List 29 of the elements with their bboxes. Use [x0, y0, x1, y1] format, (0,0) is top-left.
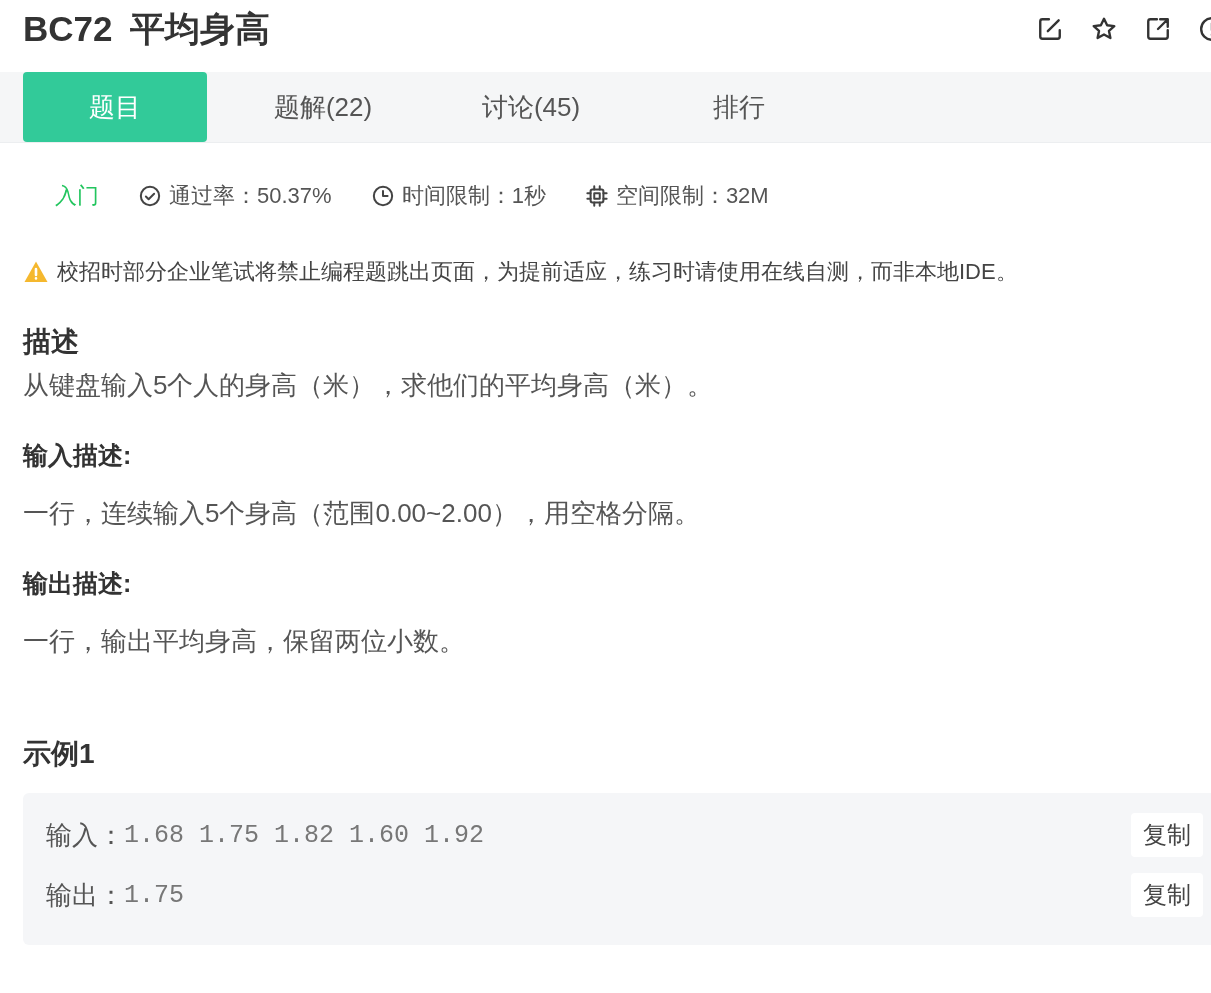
- clock-icon: [371, 185, 394, 207]
- warning-icon: [23, 260, 49, 284]
- example-value: 1.68 1.75 1.82 1.60 1.92: [124, 820, 486, 850]
- external-link-icon[interactable]: [1145, 16, 1171, 42]
- tab[interactable]: 排行: [647, 72, 831, 142]
- copy-button[interactable]: 复制: [1131, 813, 1203, 857]
- section-heading: 输入描述:: [23, 440, 133, 471]
- check-circle-icon: [139, 185, 161, 207]
- copy-button[interactable]: 复制: [1131, 873, 1203, 917]
- section-heading: 输出描述:: [23, 568, 133, 599]
- tab[interactable]: 讨论(45): [439, 72, 623, 142]
- example-heading: 示例1: [23, 737, 96, 771]
- example-value: 1.75: [124, 880, 185, 910]
- meta-text: 空间限制：32M: [615, 182, 769, 210]
- difficulty-label: 入门: [55, 182, 99, 210]
- example-label: 输入：: [46, 818, 124, 852]
- tab[interactable]: 题解(22): [231, 72, 415, 142]
- meta-text: 通过率：50.37%: [169, 182, 332, 210]
- edit-icon[interactable]: [1037, 16, 1063, 42]
- chip-icon: [585, 185, 608, 207]
- example-label: 输出：: [46, 878, 124, 912]
- problem-title: BC72 平均身高: [23, 7, 270, 50]
- notice-text: 校招时部分企业笔试将禁止编程题跳出页面，为提前适应，练习时请使用在线自测，而非本地IDE。: [57, 258, 1018, 286]
- star-icon[interactable]: [1091, 16, 1117, 42]
- section-text: 一行，连续输入5个身高（范围0.00~2.00），用空格分隔。: [23, 497, 701, 530]
- section-text: 从键盘输入5个人的身高（米），求他们的平均身高（米）。: [23, 369, 715, 402]
- section-text: 一行，输出平均身高，保留两位小数。: [23, 625, 466, 658]
- meta-text: 时间限制：1秒: [401, 182, 546, 210]
- section-heading: 描述: [23, 325, 80, 359]
